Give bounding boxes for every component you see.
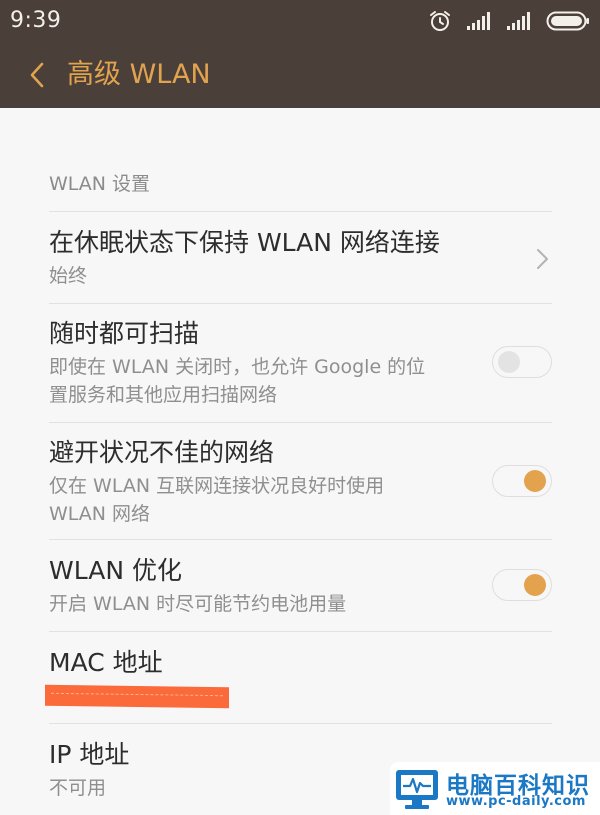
setting-keep-wlan-on-sleep[interactable]: 在休眠状态下保持 WLAN 网络连接 始终 — [49, 227, 552, 293]
setting-title: 避开状况不佳的网络 — [49, 438, 275, 467]
setting-title: 随时都可扫描 — [49, 319, 200, 348]
setting-title: WLAN 优化 — [49, 556, 182, 585]
setting-wlan-optimization[interactable]: WLAN 优化 开启 WLAN 时尽可能节约电池用量 — [49, 555, 552, 621]
divider — [49, 211, 552, 212]
setting-scan-always[interactable]: 随时都可扫描 即使在 WLAN 关闭时，也允许 Google 的位 置服务和其他… — [49, 318, 552, 414]
watermark-url: www.pc-daily.com — [446, 794, 586, 809]
avoid-poor-networks-toggle[interactable] — [492, 465, 552, 497]
page-title: 高级 WLAN — [67, 59, 211, 90]
setting-description-line: 置服务和其他应用扫描网络 — [49, 384, 278, 406]
section-label: WLAN 设置 — [49, 173, 151, 195]
computer-monitor-icon — [396, 770, 438, 809]
toggle-knob — [524, 470, 546, 492]
status-time: 9:39 — [10, 8, 62, 33]
divider — [49, 303, 552, 304]
divider — [49, 631, 552, 632]
watermark: 电脑百科知识 www.pc-daily.com — [390, 762, 600, 815]
setting-description-line: WLAN 网络 — [49, 503, 151, 525]
toggle-knob — [498, 351, 520, 373]
divider — [49, 723, 552, 724]
scan-always-toggle[interactable] — [492, 346, 552, 378]
back-button[interactable] — [18, 53, 56, 97]
setting-avoid-poor-networks[interactable]: 避开状况不佳的网络 仅在 WLAN 互联网连接状况良好时使用 WLAN 网络 — [49, 437, 552, 533]
alarm-icon — [430, 11, 450, 31]
signal-icon — [507, 12, 530, 30]
setting-title: MAC 地址 — [49, 648, 163, 677]
status-icons — [428, 8, 590, 34]
chevron-left-icon — [30, 62, 44, 88]
setting-title: 在休眠状态下保持 WLAN 网络连接 — [49, 228, 440, 257]
chevron-right-icon — [537, 249, 548, 269]
setting-description: 开启 WLAN 时尽可能节约电池用量 — [49, 593, 347, 615]
mac-address-redaction — [45, 684, 229, 709]
signal-icon — [467, 12, 490, 30]
app-header: 高级 WLAN — [0, 42, 600, 108]
setting-description-line: 仅在 WLAN 互联网连接状况良好时使用 — [49, 475, 385, 497]
divider — [49, 422, 552, 423]
setting-description-line: 即使在 WLAN 关闭时，也允许 Google 的位 — [49, 356, 426, 378]
toggle-knob — [524, 574, 546, 596]
battery-icon — [546, 11, 589, 31]
setting-value: 始终 — [49, 265, 88, 287]
divider — [49, 539, 552, 540]
status-bar: 9:39 — [0, 0, 600, 42]
wlan-optimization-toggle[interactable] — [492, 569, 552, 601]
